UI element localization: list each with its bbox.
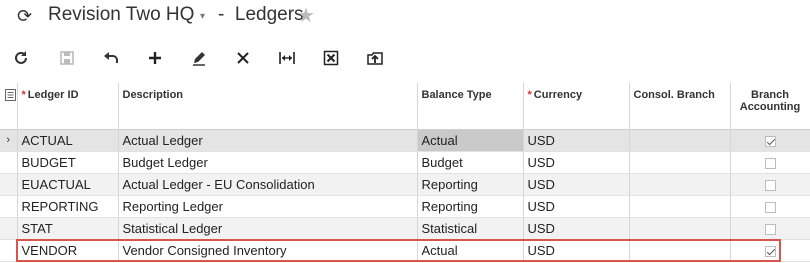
consol-branch-cell[interactable] (629, 129, 731, 152)
ledger-id-cell[interactable]: VENDOR (17, 239, 119, 262)
title-separator: - (218, 4, 225, 25)
column-header-description[interactable]: Description (118, 83, 418, 130)
required-marker: * (21, 89, 26, 101)
save-icon (60, 51, 74, 65)
column-label: Balance Type (421, 89, 492, 101)
table-row[interactable]: BUDGET Budget Ledger Budget USD (0, 151, 810, 174)
fit-to-screen-button[interactable] (273, 44, 301, 72)
description-cell[interactable]: Vendor Consigned Inventory (118, 239, 418, 262)
branch-accounting-cell (730, 195, 810, 218)
row-selector[interactable] (0, 217, 18, 240)
currency-cell[interactable]: USD (523, 217, 630, 240)
ledger-id-cell[interactable]: REPORTING (17, 195, 119, 218)
ledger-id-cell[interactable]: BUDGET (17, 151, 119, 174)
currency-cell[interactable]: USD (523, 195, 630, 218)
balance-type-cell[interactable]: Reporting (417, 173, 524, 196)
screen-title: - Ledgers (218, 4, 304, 26)
consol-branch-cell[interactable] (629, 151, 731, 174)
row-selector[interactable] (0, 239, 18, 262)
column-header-currency[interactable]: * Currency (523, 83, 630, 130)
description-cell[interactable]: Statistical Ledger (118, 217, 418, 240)
consol-branch-cell[interactable] (629, 239, 731, 262)
toolbar (0, 44, 810, 74)
page-refresh-icon[interactable]: ⟳ (17, 6, 32, 27)
ledgers-grid: * Ledger ID Description Balance Type * Cur… (0, 83, 810, 262)
edit-button[interactable] (185, 44, 213, 72)
delete-icon (237, 52, 249, 64)
consol-branch-cell[interactable] (629, 195, 731, 218)
delete-button[interactable] (229, 44, 257, 72)
column-label: Description (122, 89, 184, 101)
consol-branch-cell[interactable] (629, 217, 731, 240)
table-row[interactable]: VENDOR Vendor Consigned Inventory Actual… (0, 239, 810, 262)
undo-button[interactable] (97, 44, 125, 72)
table-row[interactable]: REPORTING Reporting Ledger Reporting USD (0, 195, 810, 218)
refresh-button[interactable] (7, 44, 35, 72)
consol-branch-cell[interactable] (629, 173, 731, 196)
column-label: Currency (533, 89, 583, 101)
column-label: Branch Accounting (739, 89, 801, 113)
row-selector[interactable] (0, 173, 18, 196)
branch-accounting-checkbox[interactable] (764, 157, 776, 169)
row-selector[interactable] (0, 151, 18, 174)
column-header-consol-branch[interactable]: Consol. Branch (629, 83, 731, 130)
description-cell[interactable]: Reporting Ledger (118, 195, 418, 218)
balance-type-cell[interactable]: Actual (417, 239, 524, 262)
import-icon (367, 52, 383, 65)
favorite-star-icon[interactable]: ★ (297, 3, 315, 28)
balance-type-cell[interactable]: Actual (417, 129, 524, 152)
branch-accounting-checkbox[interactable] (764, 179, 776, 191)
grid-header-row: * Ledger ID Description Balance Type * Cur… (0, 83, 810, 130)
current-row-indicator: › (0, 129, 18, 152)
chevron-down-icon[interactable]: ▾ (200, 11, 205, 22)
branch-accounting-cell (730, 129, 810, 152)
table-row[interactable]: › ACTUAL Actual Ledger Actual USD (0, 129, 810, 152)
balance-type-cell[interactable]: Reporting (417, 195, 524, 218)
column-header-branch-accounting[interactable]: Branch Accounting (730, 83, 810, 130)
branch-accounting-cell (730, 173, 810, 196)
description-cell[interactable]: Actual Ledger (118, 129, 418, 152)
branch-accounting-checkbox[interactable] (764, 135, 776, 147)
column-label: Consol. Branch (633, 89, 715, 101)
row-selector[interactable] (0, 195, 18, 218)
column-label: Ledger ID (27, 89, 79, 101)
save-button[interactable] (53, 44, 81, 72)
required-marker: * (527, 89, 532, 101)
title-bar: ⟳ Revision Two HQ ▾ - Ledgers ★ (0, 0, 810, 34)
refresh-icon (15, 51, 27, 64)
branch-accounting-cell (730, 217, 810, 240)
table-row[interactable]: STAT Statistical Ledger Statistical USD (0, 217, 810, 240)
export-to-excel-icon (323, 50, 339, 66)
screen-name: Ledgers (234, 4, 304, 25)
description-cell[interactable]: Actual Ledger - EU Consolidation (118, 173, 418, 196)
add-icon (149, 52, 161, 64)
branch-accounting-cell (730, 239, 810, 262)
notes-icon (5, 89, 16, 101)
branch-accounting-cell (730, 151, 810, 174)
branch-accounting-checkbox[interactable] (764, 245, 776, 257)
table-row[interactable]: EUACTUAL Actual Ledger - EU Consolidatio… (0, 173, 810, 196)
currency-cell[interactable]: USD (523, 151, 630, 174)
edit-icon (193, 52, 205, 66)
import-button[interactable] (361, 44, 389, 72)
column-header-balance-type[interactable]: Balance Type (417, 83, 524, 130)
ledger-id-cell[interactable]: STAT (17, 217, 119, 240)
add-button[interactable] (141, 44, 169, 72)
export-to-excel-button[interactable] (317, 44, 345, 72)
description-cell[interactable]: Budget Ledger (118, 151, 418, 174)
undo-icon (104, 52, 118, 63)
branch-accounting-checkbox[interactable] (764, 223, 776, 235)
currency-cell[interactable]: USD (523, 129, 630, 152)
company-name[interactable]: Revision Two HQ (48, 4, 194, 26)
ledger-id-cell[interactable]: EUACTUAL (17, 173, 119, 196)
notes-column-header[interactable] (0, 83, 18, 130)
fit-to-screen-icon (279, 52, 295, 64)
branch-accounting-checkbox[interactable] (764, 201, 776, 213)
column-header-ledger-id[interactable]: * Ledger ID (17, 83, 119, 130)
balance-type-cell[interactable]: Budget (417, 151, 524, 174)
balance-type-cell[interactable]: Statistical (417, 217, 524, 240)
currency-cell[interactable]: USD (523, 173, 630, 196)
ledger-id-cell[interactable]: ACTUAL (17, 129, 119, 152)
currency-cell[interactable]: USD (523, 239, 630, 262)
